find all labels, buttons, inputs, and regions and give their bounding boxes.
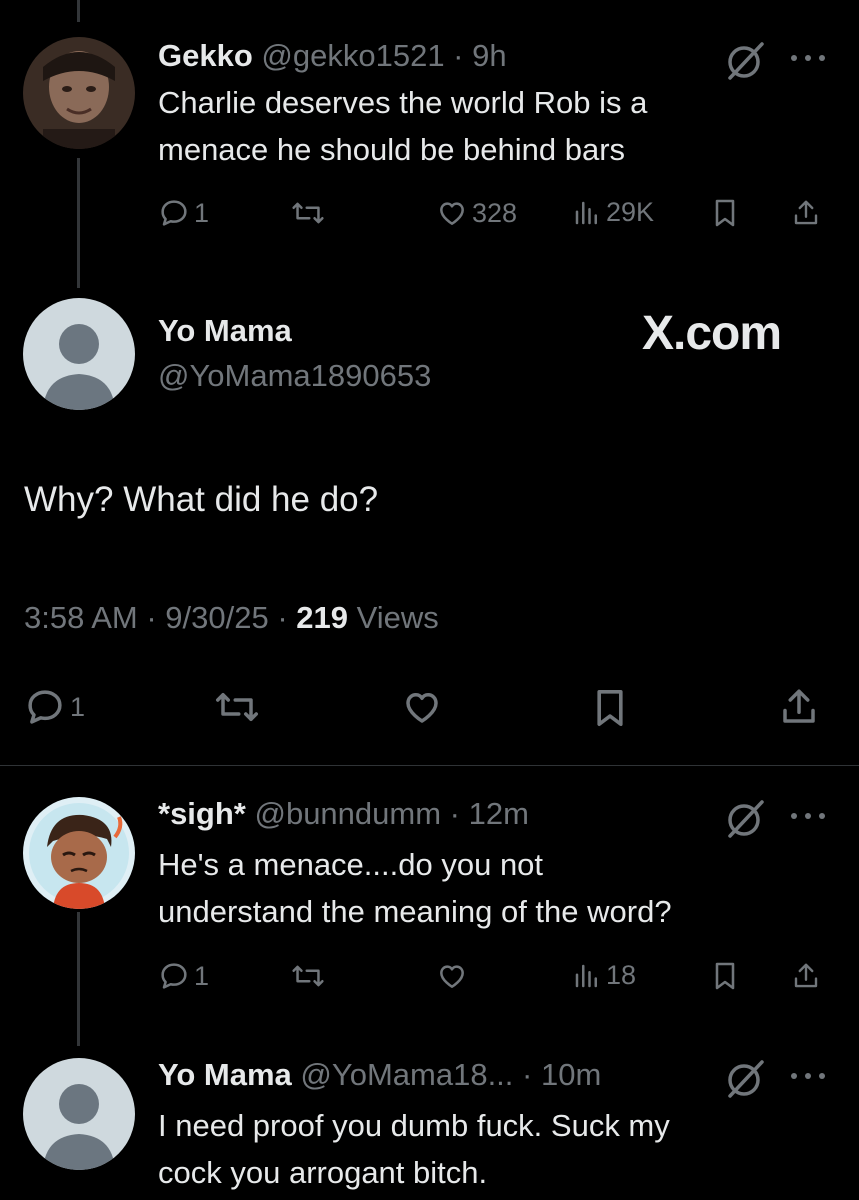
tweet-text: Charlie deserves the world Rob is a mena… (158, 79, 818, 173)
tweet-actions-sigh: 1 18 (158, 960, 831, 1000)
thread-line-top (77, 0, 80, 22)
reply-count: 1 (194, 197, 210, 228)
main-post-views-count: 219 (296, 600, 348, 635)
main-post-timestamp[interactable]: 3:58 AM · 9/30/25 · (24, 600, 296, 635)
tweet-text-line: cock you arrogant bitch. (158, 1155, 488, 1190)
handle[interactable]: @gekko1521 (261, 38, 444, 73)
like-icon (440, 965, 464, 988)
bookmark-icon (715, 199, 735, 227)
main-like-button[interactable] (400, 686, 444, 728)
reply-button[interactable]: 1 (158, 960, 209, 992)
more-icon[interactable] (788, 810, 828, 822)
views-icon (575, 201, 597, 224)
like-icon (440, 202, 464, 225)
tweet-text: I need proof you dumb fuck. Suck my cock… (158, 1102, 818, 1196)
reply-icon (28, 690, 62, 724)
main-post-display-name[interactable]: Yo Mama (158, 313, 292, 349)
views-count: 18 (606, 960, 637, 990)
bookmark-icon (597, 690, 623, 726)
tweet-text-line: understand the meaning of the word? (158, 894, 672, 929)
main-post-meta: 3:58 AM · 9/30/25 · 219 Views (24, 600, 439, 636)
thread-line-gekko (77, 158, 80, 288)
retweet-icon (292, 965, 324, 987)
share-icon (783, 689, 815, 723)
display-name[interactable]: *sigh* (158, 796, 246, 831)
share-button[interactable] (791, 960, 821, 992)
avatar-sigh[interactable] (23, 797, 135, 909)
tweet-header-sigh: *sigh* @bunndumm · 12m (158, 796, 529, 832)
tweet-header-gekko: Gekko @gekko1521 · 9h (158, 38, 507, 74)
tweet-text: He's a menace....do you not understand t… (158, 841, 818, 935)
views-count: 29K (606, 197, 655, 227)
dot-separator: · (513, 1057, 541, 1092)
timestamp[interactable]: 10m (541, 1057, 601, 1092)
bookmark-button[interactable] (711, 197, 739, 229)
timestamp[interactable]: 9h (472, 38, 506, 73)
views-icon (575, 964, 597, 987)
main-post-text: Why? What did he do? (24, 480, 379, 519)
reply-button[interactable]: 1 (158, 197, 209, 229)
reply-icon (161, 963, 187, 989)
avatar-main-post[interactable] (23, 298, 135, 410)
bookmark-button[interactable] (711, 960, 739, 992)
like-button[interactable]: 328 (436, 197, 517, 229)
display-name[interactable]: Gekko (158, 38, 253, 73)
like-count: 328 (472, 197, 518, 228)
handle[interactable]: @YoMama18... (300, 1057, 513, 1092)
main-post-handle[interactable]: @YoMama1890653 (158, 358, 431, 394)
main-post-views-label: Views (348, 600, 439, 635)
slash-icon[interactable] (722, 38, 768, 84)
like-button[interactable] (436, 960, 468, 992)
bookmark-icon (715, 962, 735, 990)
tweet-header-yomama-reply: Yo Mama @YoMama18... · 10m (158, 1057, 601, 1093)
tweet-text-line: He's a menace....do you not (158, 847, 544, 882)
display-name[interactable]: Yo Mama (158, 1057, 292, 1092)
tweet-text-line: menace he should be behind bars (158, 132, 626, 167)
views-button[interactable]: 29K (572, 197, 654, 228)
share-icon (794, 200, 818, 225)
reply-icon (161, 200, 187, 226)
avatar-gekko[interactable] (23, 37, 135, 149)
main-retweet-button[interactable] (214, 686, 260, 728)
tweet-text-line: I need proof you dumb fuck. Suck my (158, 1108, 670, 1143)
more-icon[interactable] (788, 52, 828, 64)
timestamp[interactable]: 12m (469, 796, 529, 831)
divider (0, 765, 859, 766)
views-button[interactable]: 18 (572, 960, 636, 991)
reply-count: 1 (194, 960, 210, 991)
avatar-yomama-reply[interactable] (23, 1058, 135, 1170)
thread-line-sigh (77, 912, 80, 1046)
dot-separator: · (441, 796, 469, 831)
share-icon (794, 963, 818, 988)
main-post-actions: 1 (0, 686, 859, 730)
tweet-actions-gekko: 1 328 29K (158, 197, 831, 237)
main-bookmark-button[interactable] (592, 686, 628, 730)
retweet-icon (216, 693, 258, 721)
retweet-button[interactable] (291, 960, 325, 992)
main-reply-count: 1 (70, 691, 86, 722)
handle[interactable]: @bunndumm (254, 796, 441, 831)
more-icon[interactable] (788, 1070, 828, 1082)
share-button[interactable] (791, 197, 821, 229)
tweet-text-line: Charlie deserves the world Rob is a (158, 85, 648, 120)
retweet-icon (292, 202, 324, 224)
x-com-watermark: X.com (642, 307, 782, 360)
slash-icon[interactable] (722, 796, 768, 842)
slash-icon[interactable] (722, 1056, 768, 1102)
like-icon (406, 693, 438, 723)
main-share-button[interactable] (778, 686, 820, 728)
dot-separator: · (444, 38, 473, 73)
retweet-button[interactable] (291, 197, 325, 229)
main-reply-button[interactable]: 1 (24, 686, 85, 728)
